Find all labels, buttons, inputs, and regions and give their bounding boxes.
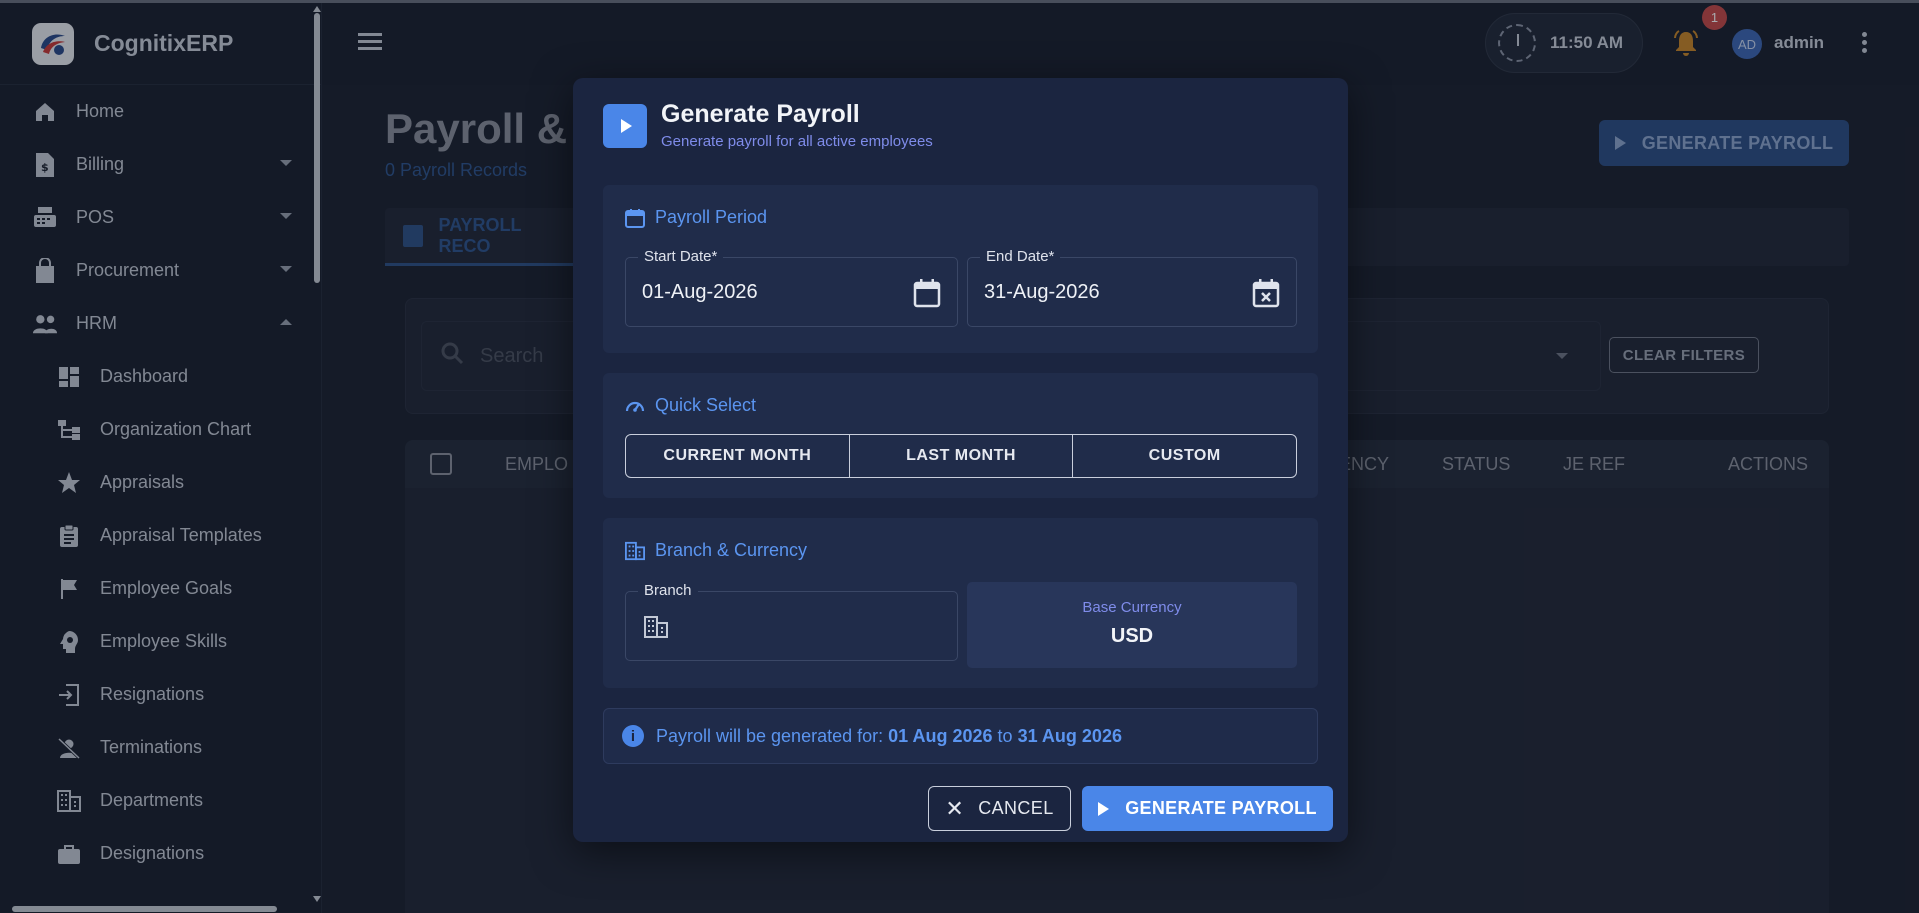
info-prefix: Payroll will be generated for: [656, 725, 884, 746]
custom-button[interactable]: CUSTOM [1073, 435, 1296, 477]
info-icon: i [622, 725, 644, 747]
info-from-date: 01 Aug 2026 [888, 725, 993, 746]
start-date-value: 01-Aug-2026 [642, 281, 758, 303]
section-heading: Quick Select [625, 395, 756, 416]
branch-select[interactable]: Branch [625, 582, 958, 661]
section-title: Branch & Currency [655, 540, 808, 560]
close-icon: ✕ [945, 795, 965, 821]
payroll-info-alert: i Payroll will be generated for: 01 Aug … [603, 708, 1318, 764]
section-heading: Payroll Period [625, 207, 767, 228]
base-currency-label: Base Currency [1082, 599, 1182, 616]
base-currency-display: Base Currency USD [967, 582, 1297, 668]
branch-currency-section: Branch & Currency Branch Base Currency U… [603, 518, 1318, 688]
play-icon [1098, 801, 1110, 816]
cancel-button[interactable]: ✕ CANCEL [928, 786, 1071, 831]
play-icon [603, 104, 647, 148]
end-date-field[interactable]: End Date* 31-Aug-2026 [967, 248, 1297, 327]
field-label: Start Date* [638, 248, 724, 265]
current-month-button[interactable]: CURRENT MONTH [626, 435, 850, 477]
speedometer-icon [625, 396, 645, 416]
calendar-clear-icon[interactable] [1252, 278, 1280, 308]
section-title: Payroll Period [655, 207, 768, 227]
button-label: GENERATE PAYROLL [1125, 798, 1317, 818]
button-label: CANCEL [978, 798, 1054, 818]
section-title: Quick Select [655, 395, 757, 415]
generate-payroll-dialog: Generate Payroll Generate payroll for al… [573, 78, 1348, 842]
field-label: End Date* [980, 248, 1061, 265]
start-date-field[interactable]: Start Date* 01-Aug-2026 [625, 248, 958, 327]
section-heading: Branch & Currency [625, 540, 807, 561]
quick-select-toggle-group: CURRENT MONTH LAST MONTH CUSTOM [625, 434, 1297, 478]
dialog-subtitle: Generate payroll for all active employee… [661, 133, 933, 150]
field-label: Branch [638, 582, 698, 599]
payroll-period-section: Payroll Period Start Date* 01-Aug-2026 E… [603, 185, 1318, 353]
calendar-icon [625, 208, 645, 228]
dialog-title: Generate Payroll [661, 100, 860, 128]
base-currency-value: USD [1110, 625, 1154, 647]
info-to-date: 31 Aug 2026 [1017, 725, 1122, 746]
quick-select-section: Quick Select CURRENT MONTH LAST MONTH CU… [603, 373, 1318, 498]
info-to-word: to [997, 725, 1013, 746]
building-icon [625, 541, 645, 561]
calendar-icon[interactable] [913, 278, 941, 308]
end-date-value: 31-Aug-2026 [984, 281, 1100, 303]
building-icon [644, 616, 668, 643]
generate-payroll-button[interactable]: GENERATE PAYROLL [1082, 786, 1333, 831]
last-month-button[interactable]: LAST MONTH [850, 435, 1074, 477]
